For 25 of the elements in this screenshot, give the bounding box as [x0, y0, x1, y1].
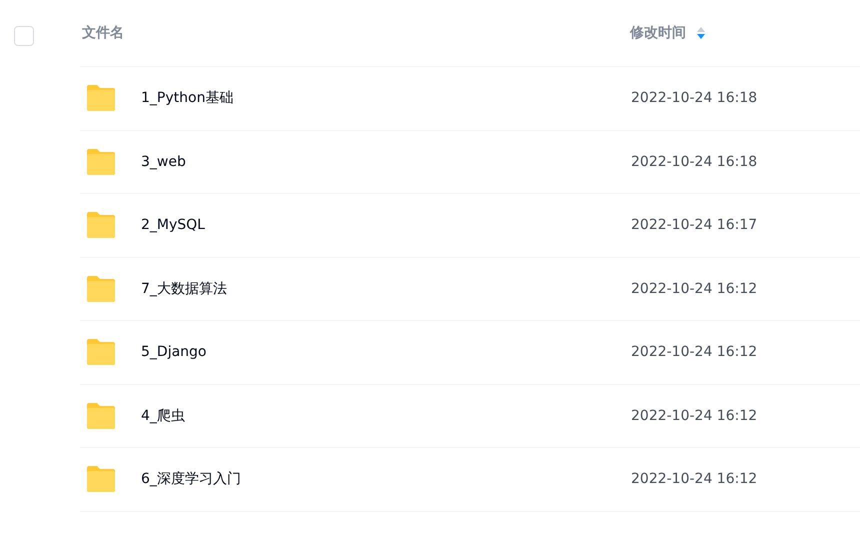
modified-time: 2022-10-24 16:12 — [631, 408, 758, 424]
sort-icon[interactable] — [696, 26, 706, 40]
folder-icon — [85, 148, 117, 176]
folder-icon — [85, 274, 117, 303]
folder-icon — [85, 338, 117, 366]
modified-time: 2022-10-24 16:18 — [631, 154, 758, 170]
folder-icon — [85, 465, 117, 494]
modified-time: 2022-10-24 16:17 — [631, 217, 758, 234]
modified-time: 2022-10-24 16:18 — [631, 90, 758, 106]
select-all-checkbox[interactable] — [14, 26, 34, 46]
file-name[interactable]: 1_Python基础 — [141, 89, 234, 108]
column-header[interactable]: 文件名 — [80, 24, 630, 42]
column-header[interactable]: 修改时间 — [630, 24, 686, 42]
file-name[interactable]: 7_大数据算法 — [141, 280, 227, 298]
file-name[interactable]: 4_爬虫 — [141, 406, 185, 425]
folder-icon — [85, 402, 117, 430]
modified-time: 2022-10-24 16:12 — [631, 280, 758, 297]
modified-time: 2022-10-24 16:12 — [631, 471, 758, 488]
file-name[interactable]: 3_web — [141, 154, 186, 170]
file-name[interactable]: 5_Django — [141, 344, 206, 360]
modified-time: 2022-10-24 16:12 — [631, 344, 758, 360]
file-name[interactable]: 2_MySQL — [141, 217, 205, 234]
folder-icon — [85, 211, 117, 240]
folder-icon — [85, 84, 117, 112]
file-name[interactable]: 6_深度学习入门 — [141, 470, 241, 488]
